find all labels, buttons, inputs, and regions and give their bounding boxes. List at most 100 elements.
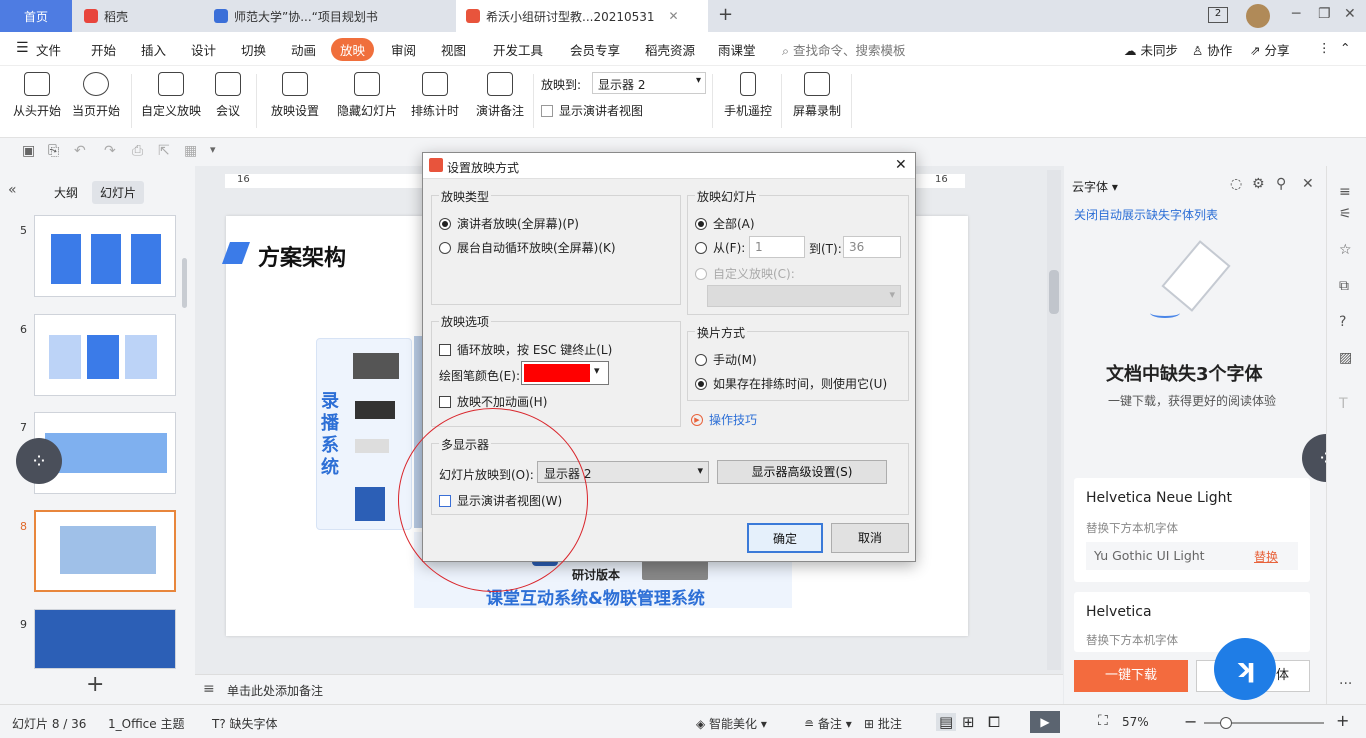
custom-show-button[interactable]: 自定义放映 — [140, 72, 202, 119]
star-icon[interactable]: ☆ — [1339, 242, 1352, 258]
screen-record-button[interactable]: 屏幕录制 — [790, 72, 844, 119]
radio-checked[interactable] — [695, 377, 707, 390]
menu-dev[interactable]: 开发工具 — [493, 40, 543, 59]
to-slide-input[interactable]: 36 — [843, 236, 901, 258]
more-dots-icon[interactable]: ··· — [1339, 676, 1352, 692]
tab-home[interactable]: 首页 — [0, 0, 72, 32]
fit-window-icon[interactable]: ⛶ — [1098, 713, 1108, 729]
outline-tab[interactable]: 大纲 — [54, 184, 78, 201]
radio-checked[interactable] — [695, 217, 707, 230]
slide-thumbnail-8[interactable] — [34, 510, 176, 592]
format-painter-icon[interactable]: ⎘ — [48, 143, 59, 159]
share-button[interactable]: ⇗ 分享 — [1250, 40, 1289, 59]
notes-bar[interactable]: ≡ 单击此处添加备注 — [195, 674, 1063, 704]
slide-thumbnail-5[interactable] — [34, 215, 176, 297]
menu-lines-icon[interactable]: ≡ — [1339, 184, 1351, 200]
custom-show-option[interactable]: 自定义放映(C): — [695, 265, 795, 282]
adjust-icon[interactable]: ⚟ — [1339, 206, 1352, 222]
menu-animation[interactable]: 动画 — [291, 40, 316, 59]
pen-color-picker[interactable]: ▾ — [521, 361, 609, 385]
checkbox[interactable] — [439, 343, 451, 356]
smart-beautify[interactable]: ◈ 智能美化 ▾ — [696, 715, 767, 732]
menu-insert[interactable]: 插入 — [141, 40, 166, 59]
play-show-icon[interactable]: ▶ — [1030, 711, 1060, 733]
presenter-view-option[interactable]: 显示演讲者视图(W) — [439, 492, 562, 509]
checkbox[interactable] — [439, 395, 451, 408]
customize-icon[interactable]: ▾ — [210, 143, 216, 156]
tab-doc2[interactable]: 希沃小组研讨型教...20210531 ✕ — [456, 0, 708, 32]
menu-slideshow[interactable]: 放映 — [331, 38, 375, 61]
presenter-view-checkbox[interactable] — [541, 104, 553, 117]
window-close-icon[interactable]: ✕ — [1344, 6, 1356, 22]
scrollbar[interactable] — [182, 258, 187, 308]
loop-option[interactable]: 循环放映，按 ESC 键终止(L) — [439, 341, 612, 358]
meeting-button[interactable]: 会议 — [210, 72, 246, 119]
menu-review[interactable]: 审阅 — [391, 40, 416, 59]
save-icon[interactable]: ▣ — [22, 143, 35, 159]
menu-member[interactable]: 会员专享 — [570, 40, 620, 59]
hide-slide-button[interactable]: 隐藏幻灯片 — [336, 72, 398, 119]
restore-icon[interactable]: ❐ — [1318, 6, 1331, 22]
from-slide-option[interactable]: 从(F): — [695, 239, 745, 256]
more-icon[interactable]: ⋮ — [1318, 40, 1331, 55]
avatar[interactable] — [1246, 4, 1270, 28]
close-panel-icon[interactable]: ✕ — [1302, 176, 1314, 192]
search-box[interactable]: ⌕ 查找命令、搜索模板 — [782, 40, 906, 59]
scrollbar-thumb[interactable] — [1049, 270, 1059, 314]
rehearse-button[interactable]: 排练计时 — [406, 72, 464, 119]
image-tool-icon[interactable]: ▨ — [1339, 350, 1352, 366]
sync-status[interactable]: ☁ 未同步 — [1124, 40, 1178, 59]
menu-file[interactable]: 文件 — [36, 40, 61, 59]
vertical-scrollbar[interactable] — [1047, 170, 1061, 670]
monitor-advanced-button[interactable]: 显示器高级设置(S) — [717, 460, 887, 484]
monitor-select[interactable]: 显示器 2 — [537, 461, 709, 483]
from-start-button[interactable]: 从头开始 — [12, 72, 62, 119]
menu-transition[interactable]: 切换 — [241, 40, 266, 59]
floating-tools-icon[interactable]: ⁘ — [16, 438, 62, 484]
menu-start[interactable]: 开始 — [91, 40, 116, 59]
collab-button[interactable]: ♙ 协作 — [1192, 40, 1232, 59]
gear-icon[interactable]: ⚙ — [1252, 176, 1265, 192]
slide-thumbnail-6[interactable] — [34, 314, 176, 396]
copy-icon[interactable]: ⧉ — [1339, 278, 1349, 294]
speaker-notes-button[interactable]: 演讲备注 — [474, 72, 526, 119]
minimize-icon[interactable]: ─ — [1292, 6, 1300, 22]
custom-show-select[interactable] — [707, 285, 901, 307]
tips-link[interactable]: ▶ 操作技巧 — [691, 411, 757, 428]
image-icon[interactable]: ▦ — [184, 143, 197, 159]
new-tab-button[interactable]: + — [718, 4, 733, 25]
slides-tab[interactable]: 幻灯片 — [92, 181, 145, 204]
menu-daoke[interactable]: 稻壳资源 — [645, 40, 695, 59]
timing-advance-option[interactable]: 如果存在排练时间，则使用它(U) — [695, 375, 887, 392]
zoom-out-icon[interactable]: − — [1184, 712, 1197, 731]
presenter-mode-option[interactable]: 演讲者放映(全屏幕)(P) — [439, 215, 579, 232]
zoom-slider-handle[interactable] — [1220, 717, 1232, 729]
reading-view-icon[interactable]: ⧠ — [988, 713, 1000, 731]
radio-checked[interactable] — [439, 217, 451, 230]
close-icon[interactable]: ✕ — [669, 9, 679, 23]
comments-toggle[interactable]: ⊞ 批注 — [864, 715, 902, 732]
collapse-panel-icon[interactable]: « — [8, 182, 17, 198]
menu-design[interactable]: 设计 — [191, 40, 216, 59]
add-slide-button[interactable]: + — [86, 672, 104, 697]
redo-icon[interactable]: ↷ — [104, 143, 116, 159]
assistant-logo-icon[interactable]: ʞ — [1214, 638, 1276, 700]
normal-view-icon[interactable]: ▤ — [936, 713, 957, 731]
checkbox[interactable] — [439, 494, 451, 507]
collapse-ribbon-icon[interactable]: ⌃ — [1340, 40, 1350, 55]
slide-thumbnail-9[interactable] — [34, 609, 176, 669]
hide-missing-fonts-link[interactable]: 关闭自动展示缺失字体列表 — [1074, 206, 1218, 223]
ok-button[interactable]: 确定 — [747, 523, 823, 553]
menu-view[interactable]: 视图 — [441, 40, 466, 59]
show-to-select[interactable]: 显示器 2 ▾ — [592, 72, 706, 94]
sorter-view-icon[interactable]: ⊞ — [962, 713, 975, 731]
zoom-level[interactable]: 57% — [1122, 715, 1149, 729]
replace-link[interactable]: 替换 — [1254, 548, 1278, 565]
radio[interactable] — [695, 241, 707, 254]
setup-show-button[interactable]: 放映设置 — [266, 72, 324, 119]
radio[interactable] — [695, 353, 707, 366]
all-slides-option[interactable]: 全部(A) — [695, 215, 755, 232]
no-animation-option[interactable]: 放映不加动画(H) — [439, 393, 547, 410]
phone-remote-button[interactable]: 手机遥控 — [722, 72, 774, 119]
from-current-button[interactable]: 当页开始 — [70, 72, 122, 119]
